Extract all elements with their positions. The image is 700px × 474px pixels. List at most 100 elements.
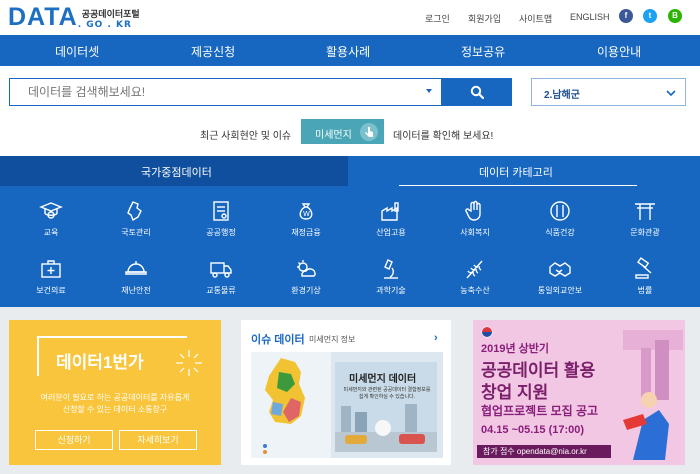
weather-icon: [297, 260, 316, 277]
category-health[interactable]: 보건의료: [26, 257, 76, 305]
map-icon: [127, 201, 142, 222]
banner-line-3: 창업 지원: [481, 383, 549, 402]
logo-subtitle: 공공데이터포털 . GO . KR: [78, 10, 140, 30]
issue-data-card[interactable]: 이슈 데이터 미세먼지 정보 › 미세먼지 데이터 미세먼지와 관련된 공공데이…: [241, 320, 451, 465]
signup-link[interactable]: 회원가입: [468, 12, 501, 25]
factory-icon: [381, 202, 399, 221]
category-transport[interactable]: 교통물류: [196, 257, 246, 305]
category-environment[interactable]: 환경기상: [281, 257, 331, 305]
category-label: 식품건강: [545, 228, 575, 237]
truck-icon: [210, 262, 232, 278]
tab-national-data-label: 국가중점데이터: [141, 167, 212, 179]
region-select[interactable]: 2.남해군: [531, 78, 686, 106]
nav-item-datasets[interactable]: 데이터셋: [55, 43, 99, 60]
main-nav: 데이터셋 제공신청 활용사례 정보공유 이용안내: [0, 35, 700, 66]
apply-button[interactable]: 신청하기: [35, 430, 113, 450]
tab-data-category[interactable]: 데이터 카테고리: [479, 164, 553, 180]
category-label: 통일외교안보: [537, 286, 583, 295]
nav-item-share[interactable]: 정보공유: [461, 43, 505, 60]
graduation-cap-icon: [39, 202, 63, 219]
category-label: 재난안전: [121, 286, 151, 295]
detail-button[interactable]: 자세히보기: [119, 430, 197, 450]
thumbnail-panel: 미세먼지 데이터 미세먼지와 관련된 공공데이터 결합정보를 쉽게 확인하실 수…: [335, 362, 437, 452]
category-diplomacy[interactable]: 통일외교안보: [535, 257, 585, 305]
issue-keyword-label: 미세먼지: [315, 130, 352, 141]
category-label: 법률: [637, 286, 653, 295]
facebook-icon[interactable]: f: [619, 9, 633, 23]
issue-prefix: 최근 사회현안 및 이슈: [200, 131, 292, 142]
category-safety[interactable]: 재난안전: [111, 257, 161, 305]
category-admin[interactable]: 공공행정: [196, 199, 246, 247]
category-law[interactable]: 법률: [620, 257, 670, 305]
category-industry[interactable]: 산업고용: [366, 199, 416, 247]
data-request-card[interactable]: 데이터1번가 여러분이 필요로 하는 공공데이터를 자유롭게 신청할 수 있는 …: [9, 320, 221, 465]
startup-support-banner[interactable]: 2019년 상반기 공공데이터 활용 창업 지원 협업프로젝트 모집 공고 04…: [473, 320, 685, 465]
site-logo[interactable]: DATA 공공데이터포털 . GO . KR: [8, 3, 140, 31]
category-label: 재정금융: [291, 228, 321, 237]
korea-map-icon: [251, 352, 331, 458]
category-finance[interactable]: W 재정금융: [281, 199, 331, 247]
ministry-logo-icon: [481, 326, 493, 338]
data-request-desc-1: 여러분이 필요로 하는 공공데이터를 자유롭게: [40, 393, 190, 402]
category-label: 농축수산: [460, 286, 490, 295]
pointer-hand-icon: [360, 123, 378, 141]
issue-keyword-button[interactable]: 미세먼지: [301, 119, 384, 144]
top-bar: DATA 공공데이터포털 . GO . KR 로그인 회원가입 사이트맵 ENG…: [0, 0, 700, 34]
logo-subtitle-top: 공공데이터포털: [81, 10, 140, 20]
logo-wordmark: DATA: [8, 3, 78, 31]
helmet-icon: [125, 261, 147, 275]
category-food[interactable]: 식품건강: [535, 199, 585, 247]
food-icon: [550, 201, 570, 221]
region-select-value: 2.남해군: [544, 90, 580, 101]
banner-line-1: 2019년 상반기: [481, 343, 550, 355]
category-label: 문화관광: [630, 228, 660, 237]
category-education[interactable]: 교육: [26, 199, 76, 247]
thumbnail-text-1: 미세먼지와 관련된 공공데이터 결합정보를: [343, 387, 431, 393]
twitter-icon[interactable]: t: [643, 9, 657, 23]
banner-dates: 04.15 ~05.15 (17:00): [481, 424, 585, 436]
tab-national-data[interactable]: 국가중점데이터: [0, 156, 348, 186]
thumbnail-text-2: 쉽게 확인하실 수 있습니다.: [358, 394, 416, 400]
category-label: 산업고용: [376, 228, 406, 237]
thumbnail-heading: 미세먼지 데이터: [349, 374, 417, 385]
search-input[interactable]: [28, 85, 418, 99]
document-icon: [213, 201, 229, 221]
category-culture[interactable]: 문화관광: [620, 199, 670, 247]
city-cars-illustration: [335, 404, 437, 452]
category-label: 공공행정: [206, 228, 236, 237]
category-science[interactable]: 과학기술: [366, 257, 416, 305]
category-land[interactable]: 국토관리: [111, 199, 161, 247]
issue-data-subtitle: 미세먼지 정보: [309, 335, 356, 344]
search-box: [9, 78, 442, 106]
chevron-right-icon[interactable]: ›: [434, 332, 438, 344]
search-button[interactable]: [442, 78, 512, 106]
wheat-icon: [466, 260, 483, 279]
chevron-down-icon: [666, 90, 676, 96]
category-agriculture[interactable]: 농축수산: [450, 257, 500, 305]
category-label: 교육: [43, 228, 59, 237]
banner-contact: 참가 접수 opendata@nia.or.kr: [483, 447, 587, 456]
gate-icon: [635, 203, 655, 220]
data-request-title: 데이터1번가: [56, 353, 144, 372]
active-tab-underline: [399, 185, 637, 186]
login-link[interactable]: 로그인: [425, 12, 450, 25]
english-link[interactable]: ENGLISH: [570, 12, 610, 22]
handshake-icon: [549, 262, 571, 277]
money-bag-icon: W: [299, 203, 313, 220]
hand-icon: [465, 200, 481, 221]
nav-item-guide[interactable]: 이용안내: [597, 43, 641, 60]
data-request-desc-2: 신청할 수 있는 데이터 소통창구: [62, 405, 168, 414]
search-dropdown-icon[interactable]: [426, 89, 432, 93]
category-welfare[interactable]: 사회복지: [450, 199, 500, 247]
issue-data-title: 이슈 데이터: [251, 334, 305, 346]
banner-contact-bar: 참가 접수 opendata@nia.or.kr: [477, 445, 611, 458]
category-label: 보건의료: [36, 286, 66, 295]
category-label: 국토관리: [121, 228, 151, 237]
banner-line-4: 협업프로젝트 모집 공고: [481, 404, 599, 418]
issue-suffix: 데이터를 확인해 보세요!: [393, 131, 494, 142]
nav-item-request[interactable]: 제공신청: [191, 43, 235, 60]
sitemap-link[interactable]: 사이트맵: [519, 12, 552, 25]
blog-icon[interactable]: B: [668, 9, 682, 23]
nav-item-cases[interactable]: 활용사례: [326, 43, 370, 60]
fine-dust-thumbnail: 미세먼지 데이터 미세먼지와 관련된 공공데이터 결합정보를 쉽게 확인하실 수…: [251, 352, 443, 458]
